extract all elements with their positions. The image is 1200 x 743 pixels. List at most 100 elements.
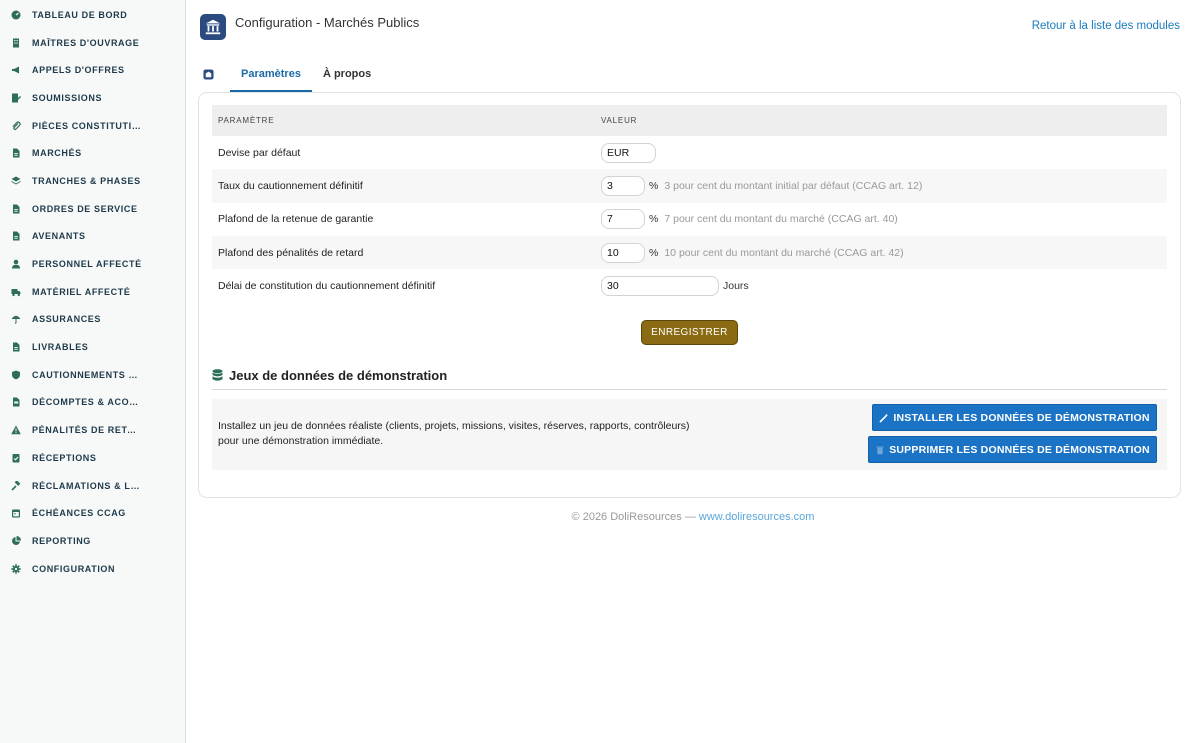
gavel-icon: [11, 480, 21, 491]
building-icon: [11, 38, 21, 48]
page-header: Configuration - Marchés Publics: [200, 14, 419, 40]
sidebar-item-label: RÉCLAMATIONS & LIT...: [32, 480, 142, 491]
sidebar-item-label: MARCHÉS: [32, 148, 82, 159]
clipboard-check-icon: [11, 453, 21, 463]
truck-icon: [11, 287, 21, 297]
install-demo-label: INSTALLER LES DONNÉES DE DÉMONSTRATION: [893, 411, 1150, 424]
warning-icon: [11, 425, 21, 435]
table-header-row: Paramètre Valeur: [212, 105, 1167, 136]
sidebar-item-11[interactable]: ASSURANCES: [0, 306, 185, 334]
tab-bar: Paramètres À propos: [200, 56, 382, 92]
shield-icon: [11, 370, 21, 380]
save-button[interactable]: ENREGISTRER: [641, 320, 738, 345]
sidebar-item-3[interactable]: SOUMISSIONS: [0, 84, 185, 112]
sidebar-item-label: REPORTING: [32, 535, 91, 546]
demo-section-title: Jeux de données de démonstration: [229, 368, 448, 383]
sidebar-item-4[interactable]: PIÈCES CONSTITUTIV...: [0, 112, 185, 140]
calendar-icon: [11, 508, 21, 518]
gear-icon: [11, 563, 21, 574]
tab-parametres[interactable]: Paramètres: [230, 68, 312, 92]
table-row: Devise par défaut: [212, 136, 1167, 169]
sidebar-item-8[interactable]: AVENANTS: [0, 223, 185, 251]
row-label-penalites: Plafond des pénalités de retard: [218, 246, 364, 259]
sidebar-item-label: MAÎTRES D'OUVRAGE: [32, 37, 140, 48]
table-row: Délai de constitution du cautionnement d…: [212, 269, 1167, 302]
sidebar-item-label: LIVRABLES: [32, 342, 89, 353]
sidebar-item-9[interactable]: PERSONNEL AFFECTÉ: [0, 250, 185, 278]
user-icon: [11, 259, 21, 269]
megaphone-icon: [11, 65, 21, 75]
sidebar-item-20[interactable]: CONFIGURATION: [0, 555, 185, 583]
table-row: Plafond de la retenue de garantie % 7 po…: [212, 203, 1167, 236]
parameters-table: Paramètre Valeur Devise par défaut Taux …: [212, 105, 1167, 302]
umbrella-icon: [11, 314, 21, 325]
row-label-devise: Devise par défaut: [218, 146, 301, 159]
back-to-modules-link[interactable]: Retour à la liste des modules: [1032, 20, 1180, 32]
delai-days-input[interactable]: [601, 275, 719, 296]
pie-chart-icon: [11, 535, 21, 546]
field-hint: 7 pour cent du montant du marché (CCAG a…: [664, 213, 898, 226]
sidebar-item-6[interactable]: TRANCHES & PHASES: [0, 167, 185, 195]
sidebar-item-12[interactable]: LIVRABLES: [0, 333, 185, 361]
cautionnement-rate-input[interactable]: [601, 175, 645, 196]
install-demo-button[interactable]: INSTALLER LES DONNÉES DE DÉMONSTRATION: [872, 404, 1157, 431]
row-label-delai: Délai de constitution du cautionnement d…: [218, 279, 436, 292]
delete-demo-label: SUPPRIMER LES DONNÉES DE DÉMONSTRATION: [889, 443, 1150, 456]
demo-description-line1: Installez un jeu de données réaliste (cl…: [218, 420, 690, 432]
sidebar-item-7[interactable]: ORDRES DE SERVICE: [0, 195, 185, 223]
row-label-retenue-garantie: Plafond de la retenue de garantie: [218, 213, 374, 226]
percent-unit: %: [649, 179, 659, 192]
sidebar-item-label: AVENANTS: [32, 231, 86, 242]
sidebar-item-10[interactable]: MATÉRIEL AFFECTÉ: [0, 278, 185, 306]
sidebar-item-label: MATÉRIEL AFFECTÉ: [32, 286, 131, 297]
sidebar-item-label: PERSONNEL AFFECTÉ: [32, 259, 142, 270]
sidebar-item-0[interactable]: TABLEAU DE BORD: [0, 1, 185, 29]
sidebar-item-label: CONFIGURATION: [32, 563, 116, 574]
sidebar-item-label: PIÈCES CONSTITUTIV...: [32, 120, 142, 131]
sidebar-item-2[interactable]: APPELS D'OFFRES: [0, 56, 185, 84]
file-icon: [11, 342, 21, 352]
file-icon: [11, 148, 21, 158]
database-icon: [212, 369, 223, 381]
currency-input[interactable]: [601, 142, 656, 163]
sidebar-item-15[interactable]: PÉNALITÉS DE RETARD: [0, 416, 185, 444]
sidebar-item-label: TRANCHES & PHASES: [32, 175, 141, 186]
file-icon: [11, 231, 21, 241]
sidebar-item-16[interactable]: RÉCEPTIONS: [0, 444, 185, 472]
delete-demo-button[interactable]: SUPPRIMER LES DONNÉES DE DÉMONSTRATION: [868, 436, 1157, 463]
demo-description-line2: pour une démonstration immédiate.: [218, 435, 384, 447]
module-tab-icon: [203, 69, 214, 80]
sidebar-item-label: CAUTIONNEMENTS & ...: [32, 369, 142, 380]
days-unit: Jours: [723, 279, 749, 292]
file-signature-icon: [11, 93, 21, 103]
file-icon: [11, 204, 21, 214]
percent-unit: %: [649, 246, 659, 259]
table-row: Taux du cautionnement définitif % 3 pour…: [212, 169, 1167, 203]
trash-icon: [875, 445, 885, 455]
footer-website-link[interactable]: www.doliresources.com: [699, 511, 815, 523]
sidebar-item-17[interactable]: RÉCLAMATIONS & LIT...: [0, 472, 185, 500]
dashboard-icon: [11, 10, 21, 20]
sidebar-item-14[interactable]: DÉCOMPTES & ACOM...: [0, 389, 185, 417]
demo-description: Installez un jeu de données réaliste (cl…: [218, 419, 718, 449]
sidebar-item-5[interactable]: MARCHÉS: [0, 139, 185, 167]
demo-panel: Installez un jeu de données réaliste (cl…: [212, 399, 1167, 470]
penalites-cap-input[interactable]: [601, 242, 645, 263]
main-content: Configuration - Marchés Publics Retour à…: [186, 0, 1200, 743]
sidebar-item-19[interactable]: REPORTING: [0, 527, 185, 555]
column-header-parametre: Paramètre: [218, 116, 275, 125]
sidebar-item-label: SOUMISSIONS: [32, 92, 103, 103]
paperclip-icon: [11, 121, 21, 131]
retenue-garantie-input[interactable]: [601, 209, 645, 230]
sidebar-item-13[interactable]: CAUTIONNEMENTS & ...: [0, 361, 185, 389]
module-bank-icon: [200, 14, 226, 40]
sidebar-item-18[interactable]: ÉCHÉANCES CCAG: [0, 499, 185, 527]
sidebar-item-1[interactable]: MAÎTRES D'OUVRAGE: [0, 29, 185, 57]
sidebar-item-label: ASSURANCES: [32, 314, 102, 325]
tab-a-propos[interactable]: À propos: [312, 68, 382, 92]
sidebar-item-label: PÉNALITÉS DE RETARD: [32, 425, 142, 436]
percent-unit: %: [649, 213, 659, 226]
table-row: Plafond des pénalités de retard % 10 pou…: [212, 235, 1167, 270]
sidebar-item-label: RÉCEPTIONS: [32, 452, 97, 463]
settings-card: Paramètre Valeur Devise par défaut Taux …: [198, 92, 1181, 498]
